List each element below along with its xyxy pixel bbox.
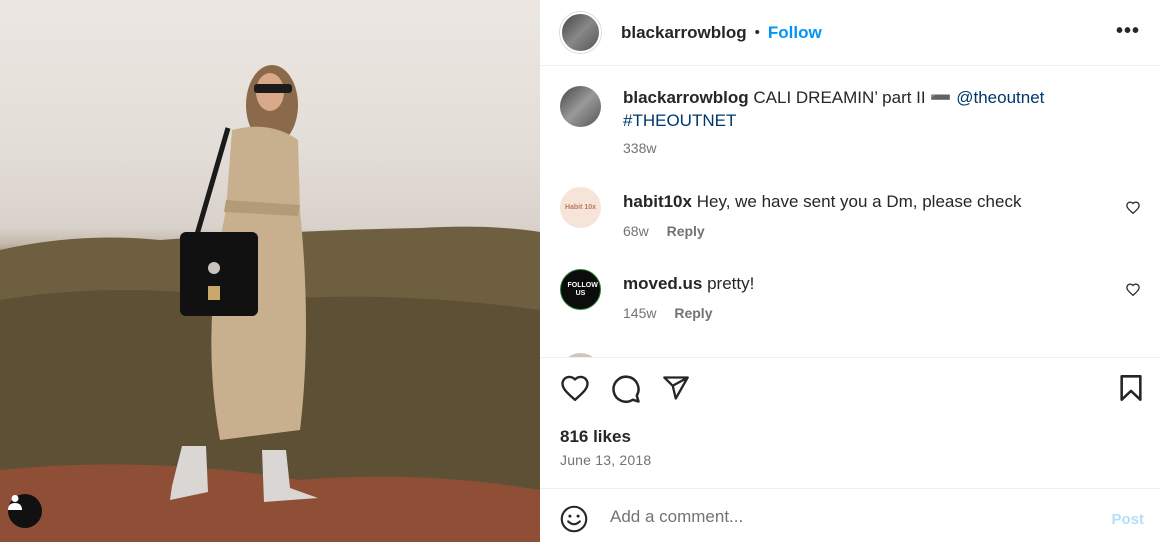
comment-body: pretty! bbox=[707, 274, 755, 293]
caption-body: CALI DREAMIN’ part II ➖ bbox=[753, 88, 952, 107]
post-comment-button[interactable]: Post bbox=[1111, 511, 1144, 528]
comment-avatar-label: FOLLOW US bbox=[567, 281, 598, 297]
comment-avatar[interactable]: Habit 10x bbox=[560, 187, 601, 228]
comment-icon[interactable] bbox=[611, 374, 641, 404]
caption-mention-link[interactable]: @theoutnet bbox=[956, 88, 1044, 107]
share-icon[interactable] bbox=[662, 374, 690, 402]
comment-reply-button[interactable]: Reply bbox=[674, 305, 712, 321]
caption-username[interactable]: blackarrowblog bbox=[623, 88, 749, 107]
comment-username[interactable]: habit10x bbox=[623, 192, 692, 211]
comment-composer: Post bbox=[540, 488, 1160, 542]
comment-avatar[interactable]: FOLLOW US bbox=[560, 269, 601, 310]
photo-illustration bbox=[0, 65, 540, 542]
comment-text: habit10x Hey, we have sent you a Dm, ple… bbox=[623, 190, 1113, 213]
post-detail-panel: blackarrowblog • Follow ••• blackarrowbl… bbox=[540, 0, 1160, 542]
caption-hashtag-link[interactable]: #THEOUTNET bbox=[623, 111, 736, 130]
comment-meta: 68w Reply bbox=[623, 223, 705, 239]
comment-time[interactable]: 145w bbox=[623, 305, 656, 321]
comment-username[interactable]: moved.us bbox=[623, 274, 702, 293]
comment-time[interactable]: 68w bbox=[623, 223, 649, 239]
comment-meta: 145w Reply bbox=[623, 305, 712, 321]
likes-count[interactable]: 816 likes bbox=[560, 427, 631, 447]
caption-meta: 338w bbox=[623, 140, 656, 156]
comment-input[interactable] bbox=[610, 503, 1080, 531]
caption-text: blackarrowblog CALI DREAMIN’ part II ➖ @… bbox=[623, 86, 1113, 132]
comment-like-icon[interactable] bbox=[1126, 201, 1140, 214]
bookmark-icon[interactable] bbox=[1118, 374, 1144, 402]
comment-like-icon[interactable] bbox=[1126, 283, 1140, 296]
comment-text: moved.us pretty! bbox=[623, 272, 1113, 295]
author-avatar[interactable] bbox=[560, 12, 601, 53]
actions-divider bbox=[540, 357, 1160, 358]
comment-avatar-label: Habit 10x bbox=[564, 204, 597, 211]
user-tag-button[interactable] bbox=[8, 494, 42, 528]
post-header: blackarrowblog • Follow ••• bbox=[540, 0, 1160, 66]
more-icon[interactable]: ••• bbox=[1116, 20, 1140, 43]
emoji-icon[interactable] bbox=[560, 505, 588, 533]
heart-icon[interactable] bbox=[560, 374, 590, 402]
post-date[interactable]: June 13, 2018 bbox=[560, 452, 651, 468]
user-tag-icon bbox=[8, 495, 22, 510]
author-username[interactable]: blackarrowblog bbox=[621, 23, 747, 43]
caption-time[interactable]: 338w bbox=[623, 140, 656, 156]
post-photo[interactable] bbox=[0, 0, 540, 542]
header-separator: • bbox=[754, 24, 760, 41]
follow-button[interactable]: Follow bbox=[768, 23, 822, 43]
comment-body: Hey, we have sent you a Dm, please check bbox=[696, 192, 1022, 211]
comment-reply-button[interactable]: Reply bbox=[667, 223, 705, 239]
comments-list[interactable]: blackarrowblog CALI DREAMIN’ part II ➖ @… bbox=[540, 67, 1160, 357]
caption-author-avatar[interactable] bbox=[560, 86, 601, 127]
